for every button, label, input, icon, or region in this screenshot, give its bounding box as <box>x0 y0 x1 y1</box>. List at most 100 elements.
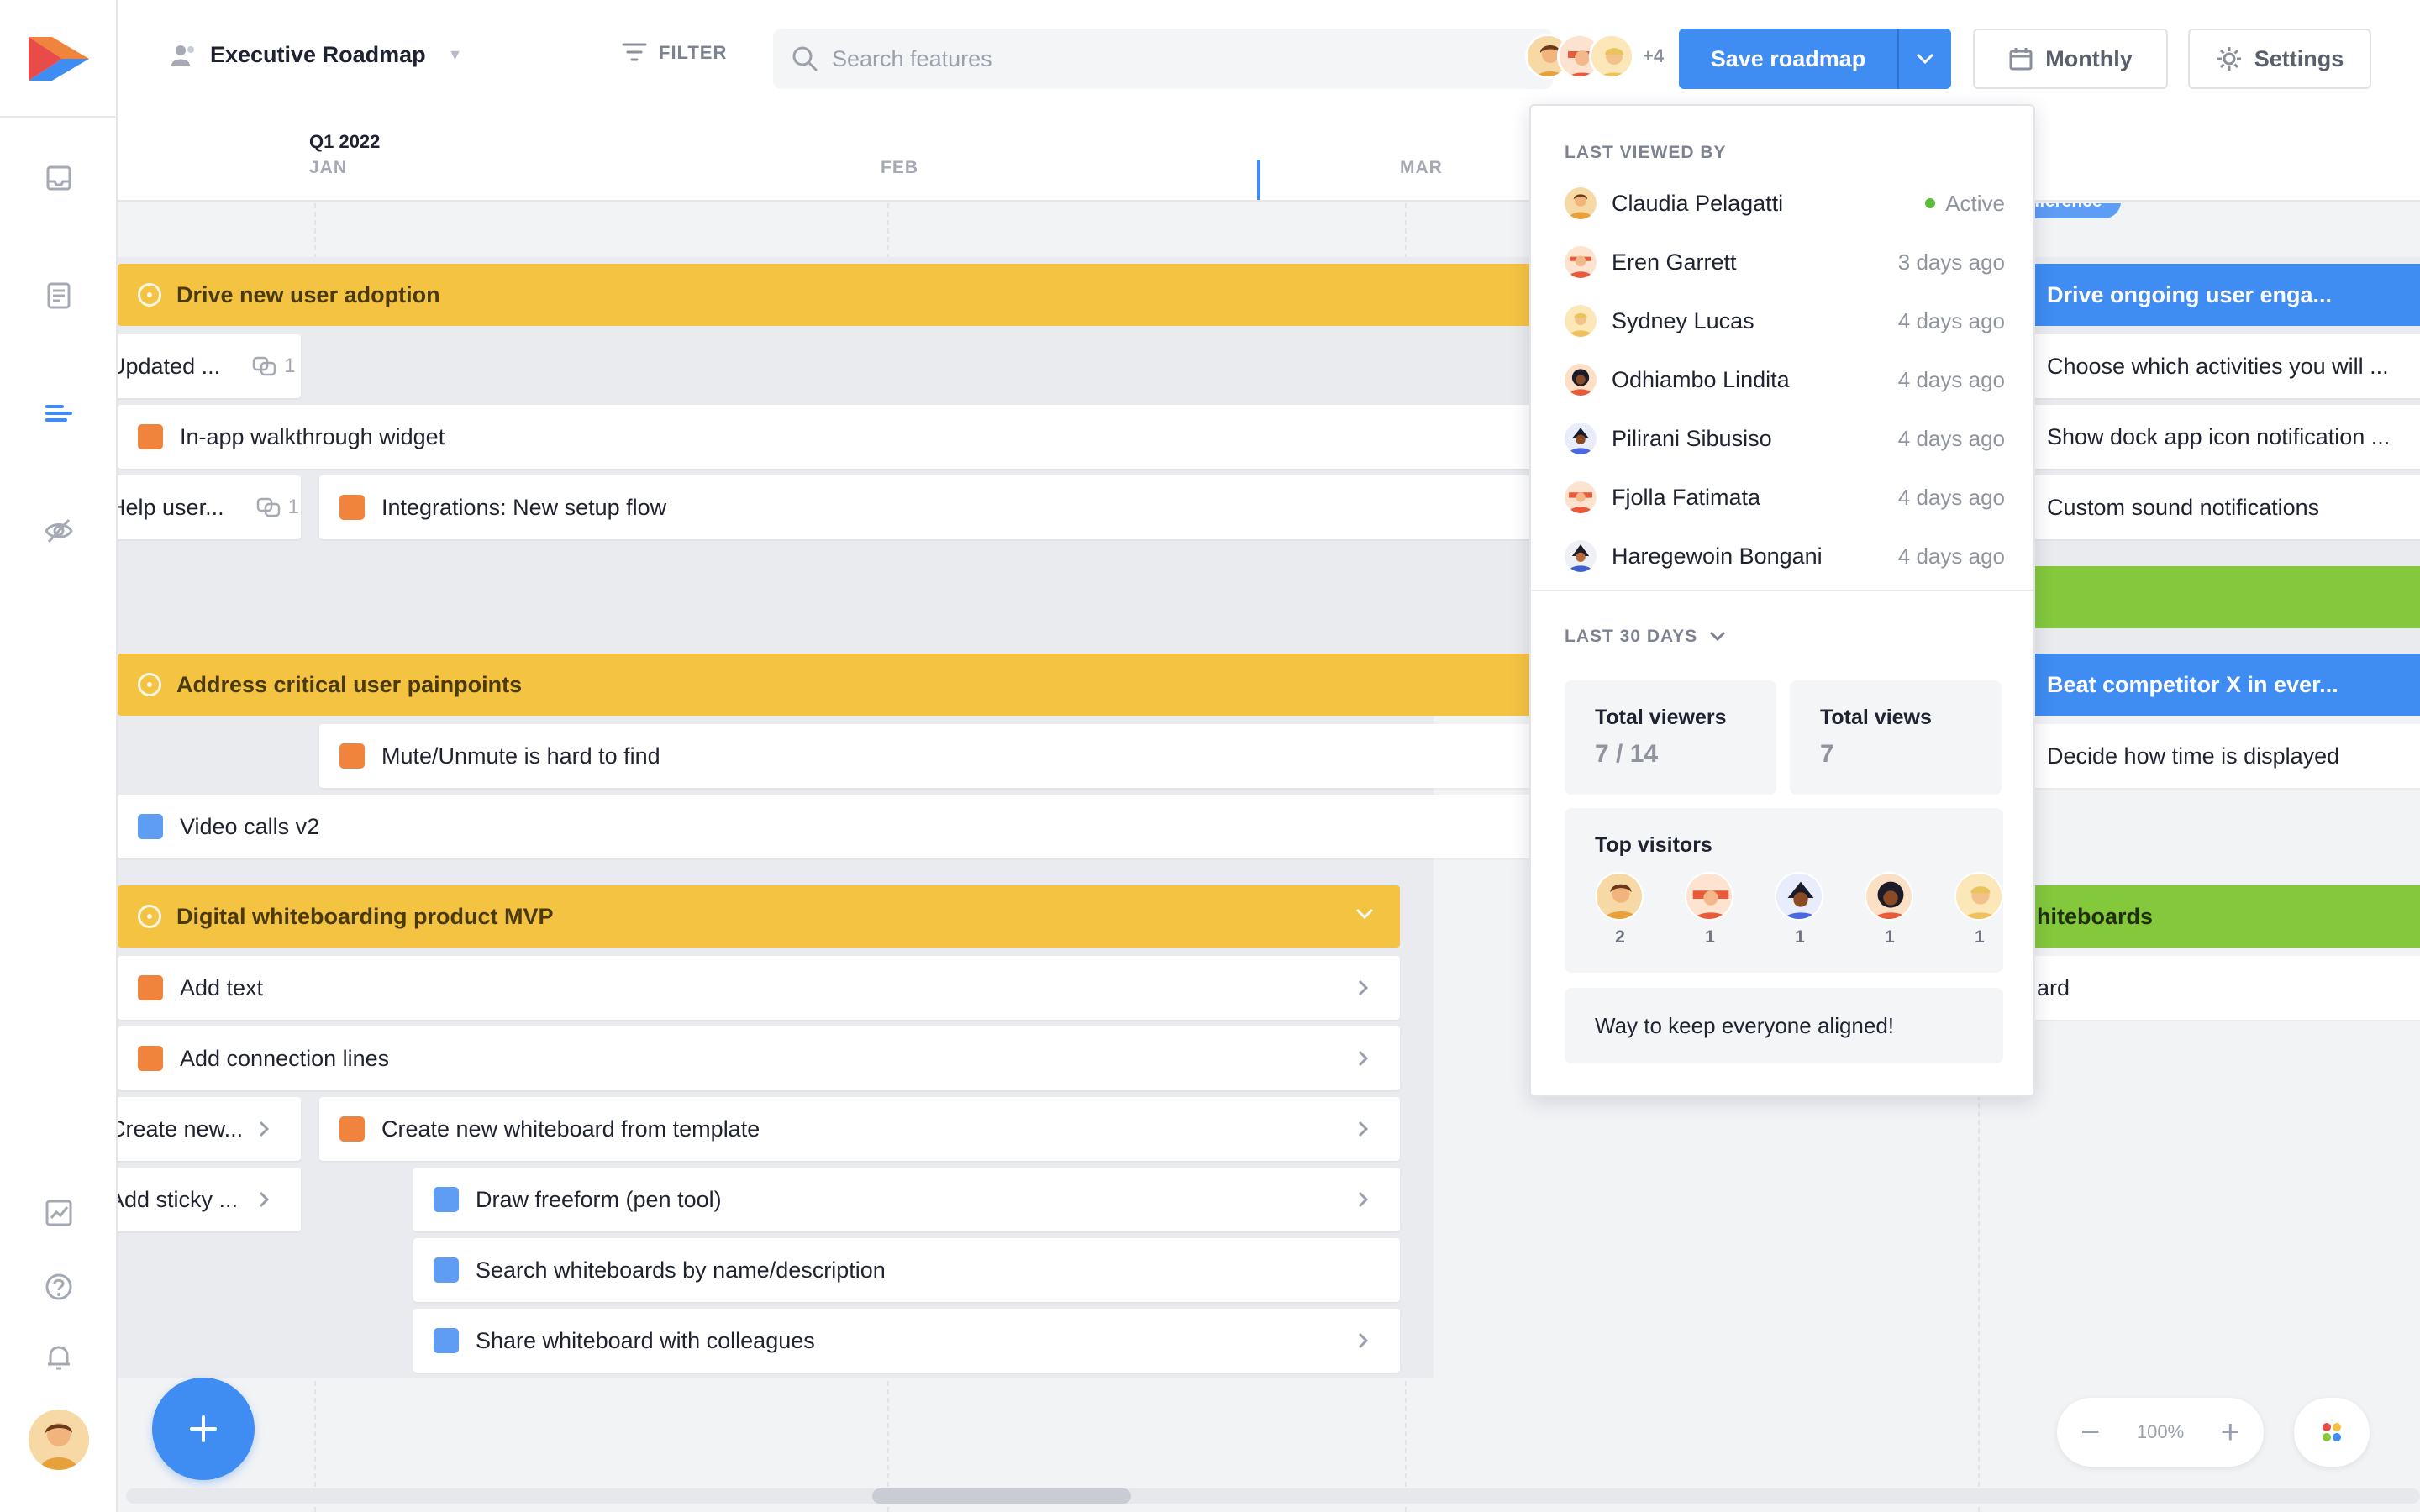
period-selector[interactable]: LAST 30 DAYS <box>1565 627 1726 647</box>
quarter-label: Q1 2022 <box>309 131 381 152</box>
feature-card[interactable]: Help user... 1 <box>118 475 301 539</box>
month-label: FEB <box>881 158 918 177</box>
feature-card[interactable]: Create new whiteboard from template <box>319 1097 1400 1161</box>
search-input[interactable] <box>832 45 1504 72</box>
objective-bar[interactable]: Digital whiteboarding product MVP <box>118 885 1400 948</box>
roadmap-icon[interactable] <box>42 396 76 430</box>
search-bar[interactable] <box>773 29 1553 89</box>
save-roadmap-button[interactable]: Save roadmap <box>1679 29 1951 89</box>
total-views-value: 7 <box>1820 740 1834 768</box>
chevron-right-icon[interactable] <box>1351 1117 1375 1141</box>
viewer-row[interactable]: Sydney Lucas 4 days ago <box>1565 304 2005 338</box>
horizontal-scrollbar[interactable] <box>126 1488 2420 1504</box>
viewer-last-seen: 4 days ago <box>1898 367 2005 393</box>
feature-color-marker <box>339 1116 365 1142</box>
viewer-time: 4 days ago <box>1897 307 2005 333</box>
chevron-right-icon[interactable] <box>1351 1188 1375 1211</box>
feature-title: Mute/Unmute is hard to find <box>381 743 660 769</box>
viewer-name: Fjolla Fatimata <box>1612 484 1761 510</box>
viewer-last-seen: 4 days ago <box>1898 543 2005 570</box>
objective-bar[interactable]: Address critical user painpoints <box>118 654 1546 716</box>
chevron-right-icon[interactable] <box>252 1117 276 1141</box>
zoom-in-button[interactable]: + <box>2221 1415 2240 1449</box>
visitor-avatar <box>1595 872 1644 921</box>
document-icon[interactable] <box>42 279 76 312</box>
zoom-out-button[interactable]: − <box>2081 1415 2100 1449</box>
feature-card[interactable]: Draw freeform (pen tool) <box>413 1168 1400 1231</box>
viewer-time: 4 days ago <box>1897 484 2005 510</box>
top-bar: Executive Roadmap ▼ FILTER +4 Save roadm… <box>118 0 2420 118</box>
feature-card[interactable]: Updated ... 1 <box>118 334 301 398</box>
save-roadmap-label[interactable]: Save roadmap <box>1679 29 1897 89</box>
viewer-row[interactable]: Claudia Pelagatti Active <box>1565 186 2005 220</box>
scrollbar-thumb[interactable] <box>872 1488 1131 1504</box>
viewer-avatar <box>1565 364 1597 396</box>
chevron-down-icon[interactable] <box>1355 907 1375 921</box>
viewer-row[interactable]: Pilirani Sibusiso 4 days ago <box>1565 422 2005 455</box>
feature-title: Updated ... <box>118 353 221 379</box>
top-visitor[interactable]: 1 <box>1865 872 1915 948</box>
total-views-label: Total views <box>1820 706 1932 729</box>
user-avatar[interactable] <box>29 1410 89 1470</box>
chevron-right-icon[interactable] <box>1351 1047 1375 1070</box>
feature-card[interactable]: Create new... <box>118 1097 301 1161</box>
objective-icon <box>138 905 161 928</box>
chevron-right-icon[interactable] <box>252 1188 276 1211</box>
top-visitor[interactable]: 1 <box>1954 872 2005 948</box>
hidden-eye-icon[interactable] <box>42 514 76 548</box>
filter-button[interactable]: FILTER <box>622 42 727 64</box>
feature-card[interactable]: In-app walkthrough widget <box>118 405 1546 469</box>
viewer-row[interactable]: Odhiambo Lindita 4 days ago <box>1565 363 2005 396</box>
feature-card[interactable]: Share whiteboard with colleagues <box>413 1309 1400 1373</box>
active-status-dot <box>1925 198 1936 208</box>
linked-items: 1 <box>252 354 295 378</box>
chevron-right-icon[interactable] <box>1351 1329 1375 1352</box>
objective-bar[interactable]: Drive new user adoption <box>118 264 1546 326</box>
top-visitor[interactable]: 1 <box>1775 872 1825 948</box>
chart-icon[interactable] <box>42 1196 76 1230</box>
popover-note: Way to keep everyone aligned! <box>1565 988 2003 1063</box>
viewer-row[interactable]: Haregewoin Bongani 4 days ago <box>1565 539 2005 573</box>
feature-title: Integrations: New setup flow <box>381 494 667 520</box>
save-options-dropdown[interactable] <box>1897 29 1951 89</box>
bell-icon[interactable] <box>42 1341 76 1374</box>
feature-card[interactable]: Integrations: New setup flow <box>319 475 1546 539</box>
viewer-last-seen: Active <box>1925 191 2005 217</box>
feature-card[interactable]: Add connection lines <box>118 1026 1400 1090</box>
feature-card[interactable]: Mute/Unmute is hard to find <box>319 724 1546 788</box>
feature-title: Create new... <box>118 1116 244 1142</box>
help-icon[interactable] <box>42 1270 76 1304</box>
viewer-avatars[interactable]: +4 <box>1525 34 1664 79</box>
feature-card[interactable]: Search whiteboards by name/description <box>413 1238 1400 1302</box>
feature-card[interactable]: Add sticky ... <box>118 1168 301 1231</box>
viewer-last-seen: 4 days ago <box>1898 426 2005 452</box>
apps-button[interactable] <box>2294 1398 2370 1467</box>
today-marker <box>1257 160 1260 200</box>
roadmap-selector[interactable]: Executive Roadmap ▼ <box>170 40 462 69</box>
chevron-right-icon[interactable] <box>1351 976 1375 1000</box>
top-visitor[interactable]: 1 <box>1685 872 1735 948</box>
left-sidebar <box>0 0 118 1512</box>
visitor-view-count: 1 <box>1795 927 1805 947</box>
viewer-last-seen: 4 days ago <box>1898 485 2005 511</box>
top-visitor[interactable]: 2 <box>1595 872 1645 948</box>
feature-title: Draw freeform (pen tool) <box>476 1186 722 1212</box>
inbox-icon[interactable] <box>42 161 76 195</box>
viewer-name: Eren Garrett <box>1612 249 1737 275</box>
feature-card[interactable]: Add text <box>118 956 1400 1020</box>
period-label: LAST 30 DAYS <box>1565 627 1698 646</box>
roadmap-name: Executive Roadmap <box>210 41 426 67</box>
total-viewers-card: Total viewers 7 / 14 <box>1565 680 1776 795</box>
viewer-avatar <box>1565 540 1597 572</box>
settings-button[interactable]: Settings <box>2188 29 2371 89</box>
feature-title: Show dock app icon notification ... <box>2047 423 2391 449</box>
feature-card[interactable]: Video calls v2 <box>118 795 1546 858</box>
viewer-row[interactable]: Fjolla Fatimata 4 days ago <box>1565 480 2005 514</box>
roadmap-canvas[interactable]: Drive new user adoption Updated ... 1 In… <box>118 203 2420 1512</box>
view-mode-button[interactable]: Monthly <box>1973 29 2168 89</box>
add-item-button[interactable] <box>152 1378 255 1480</box>
zoom-control: − 100% + <box>2057 1398 2264 1467</box>
viewer-row[interactable]: Eren Garrett 3 days ago <box>1565 245 2005 279</box>
app-logo[interactable] <box>27 35 91 82</box>
view-mode-label: Monthly <box>2045 45 2133 71</box>
